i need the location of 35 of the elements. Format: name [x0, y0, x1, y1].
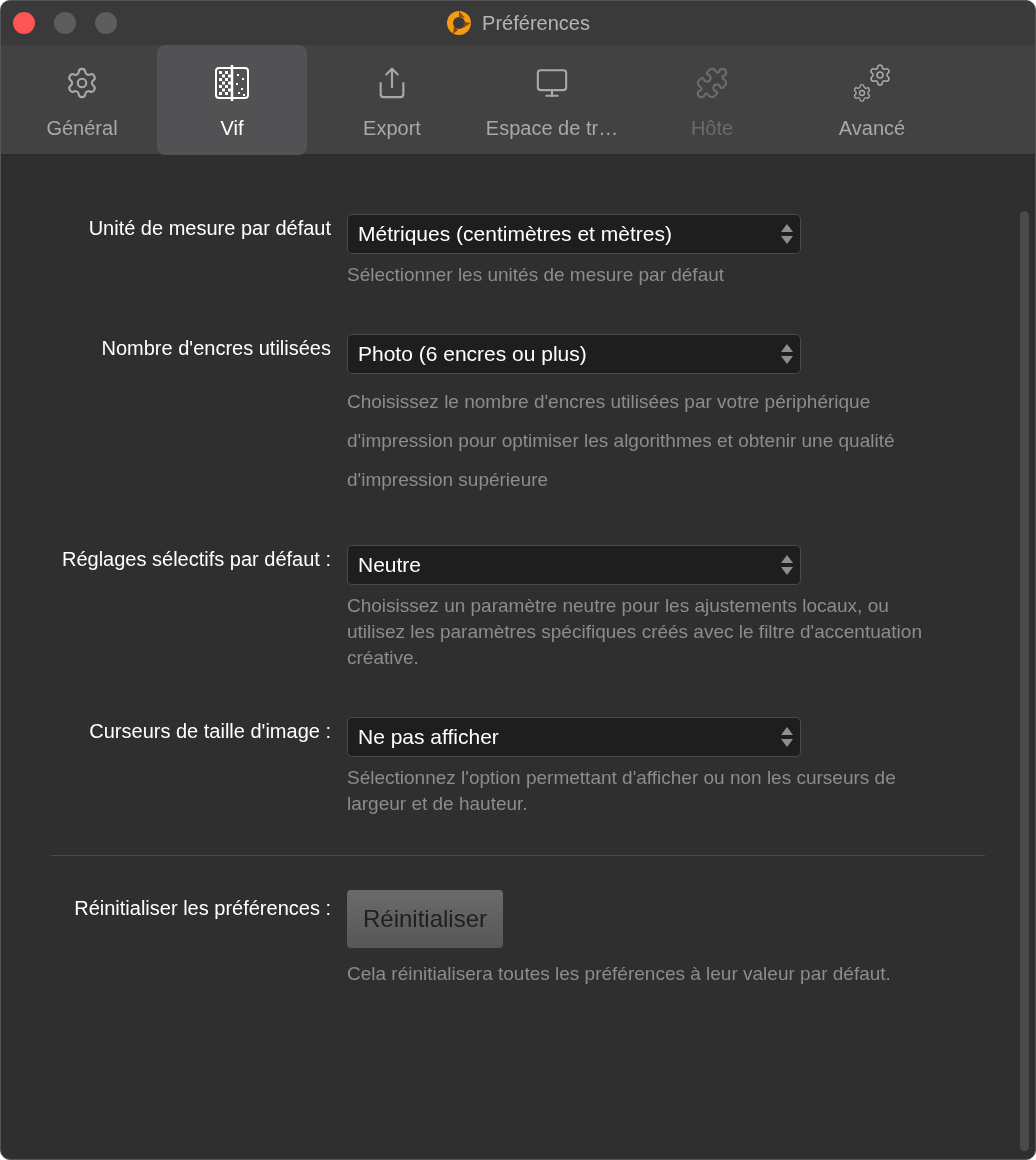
stepper-arrows-icon [780, 726, 794, 748]
monitor-icon [535, 66, 569, 100]
close-button[interactable] [13, 12, 35, 34]
select-field[interactable]: Ne pas afficher [347, 717, 801, 757]
toolbar-tab[interactable]: Espace de tr… [477, 45, 627, 155]
setting-label: Nombre d'encres utilisées [100, 336, 331, 361]
setting-description: Choisissez un paramètre neutre pour les ajustements locaux, ou utilisez les paramètres spécifiques créés avec le filtre d'accentuation créative. [347, 594, 923, 670]
window-title: Préférences [482, 11, 590, 36]
setting-description: Sélectionner les unités de mesure par défaut [347, 263, 726, 287]
stepper-arrows-icon [780, 223, 794, 245]
settings-icon [65, 66, 99, 100]
stepper-arrows-icon [780, 343, 794, 365]
puzzle-icon [695, 66, 729, 100]
setting-label: Curseurs de taille d'image : [88, 719, 331, 744]
toolbar-tab[interactable]: Vif [157, 45, 307, 155]
scrollbar[interactable] [1020, 211, 1029, 1151]
setting-label: Réglages sélectifs par défaut : [60, 547, 331, 572]
reset-button[interactable]: Réinitialiser [347, 890, 504, 948]
toolbar-tab[interactable]: Général [7, 45, 157, 155]
select-field[interactable]: Photo (6 encres ou plus) [347, 334, 801, 374]
toolbar-tab[interactable]: Avancé [797, 45, 947, 155]
setting-label: Réinitialiser les préférences : [73, 896, 331, 921]
gears-icon [852, 63, 892, 103]
setting-description: Sélectionnez l'option permettant d'afficher ou non les curseurs de largeur et de hauteur. [347, 766, 897, 816]
setting-label: Unité de mesure par défaut [87, 216, 331, 241]
minimize-button[interactable] [54, 12, 76, 34]
select-field[interactable]: Métriques (centimètres et mètres) [347, 214, 801, 254]
aperture-logo-icon [446, 10, 473, 36]
zoom-button[interactable] [95, 12, 117, 34]
setting-description: Choisissez le nombre d'encres utilisées par votre périphérique d'impression pour optimiser les algorithmes et obtenir une qualité d'impression supérieure [347, 390, 896, 492]
toolbar-tab[interactable]: Export [317, 45, 467, 155]
select-field[interactable]: Neutre [347, 545, 801, 585]
split-image-icon [213, 65, 251, 101]
stepper-arrows-icon [780, 554, 794, 576]
reset-description: Cela réinitialisera toutes les préférences à leur valeur par défaut. [347, 962, 892, 986]
